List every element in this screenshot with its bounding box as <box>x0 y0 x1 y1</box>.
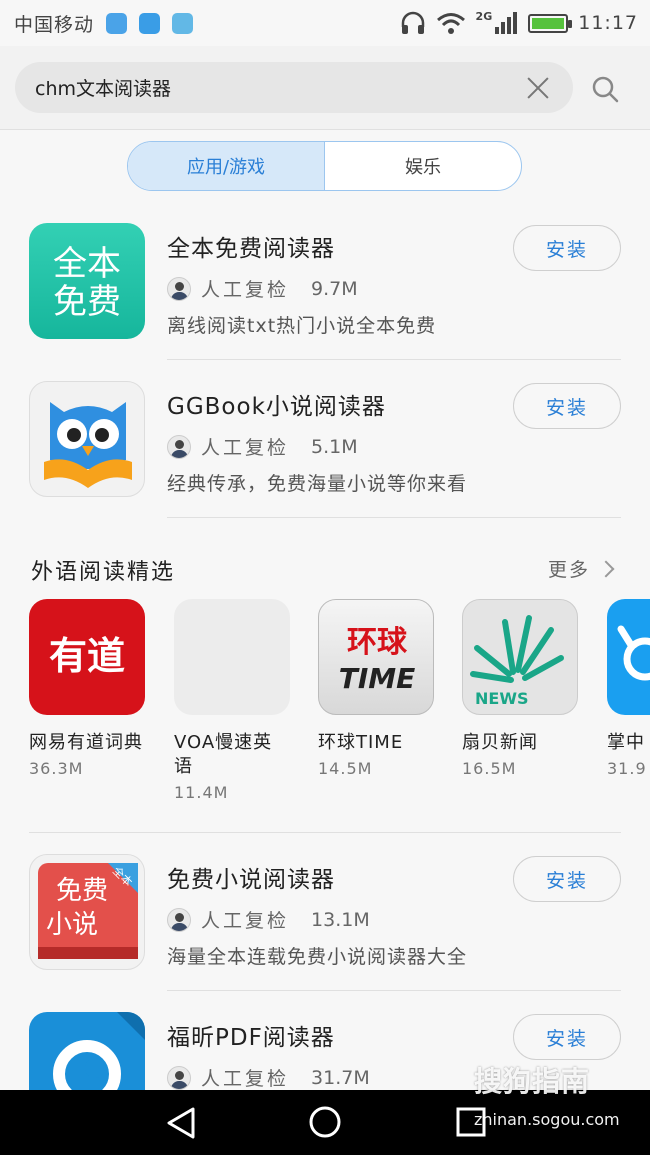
category-tabs: 应用/游戏 娱乐 <box>127 141 522 191</box>
reviewer-label: 人工复检 <box>201 910 290 932</box>
battery-icon <box>528 13 573 33</box>
network-type-label: 2G <box>475 9 493 23</box>
app-description: 离线阅读txt热门小说全本免费 <box>167 315 437 337</box>
tab-apps-games[interactable]: 应用/游戏 <box>128 142 325 190</box>
app-row[interactable]: 全本 免费 小说 免费小说阅读器 人工复检 13.1M 海量全本连载免费小说阅读… <box>0 854 650 1012</box>
home-icon[interactable] <box>308 1105 342 1139</box>
reviewer-label: 人工复检 <box>201 1068 290 1090</box>
app-size: 11.4M <box>174 783 229 802</box>
app-size: 31.9 <box>607 759 647 778</box>
tab-entertainment[interactable]: 娱乐 <box>325 142 521 190</box>
app-icon-text: 小说 <box>46 910 98 940</box>
status-bar: 中国移动 2G 11:17 <box>0 0 650 46</box>
search-input[interactable]: chm文本阅读器 <box>15 62 573 113</box>
reviewer-avatar <box>167 1065 191 1090</box>
android-notification-icon <box>172 12 194 34</box>
app-icon[interactable] <box>29 1012 145 1090</box>
app-description: 经典传承，免费海量小说等你来看 <box>167 473 468 495</box>
app-icon-text: NEWS <box>475 689 529 708</box>
install-button[interactable]: 安装 <box>513 1014 621 1060</box>
app-name[interactable]: 福昕PDF阅读器 <box>167 1018 335 1052</box>
app-icon-text: 有道 <box>49 634 125 678</box>
search-icon[interactable] <box>590 74 620 104</box>
app-icon[interactable]: 全本 免费 <box>29 223 145 339</box>
featured-app[interactable]: 环球 TIME 环球TIME 14.5M <box>318 599 434 778</box>
app-icon[interactable] <box>607 599 650 715</box>
app-name[interactable]: 全本免费阅读器 <box>167 229 335 263</box>
app-notification-icon <box>106 12 128 34</box>
app-description: 海量全本连载免费小说阅读器大全 <box>167 946 468 968</box>
install-button[interactable]: 安装 <box>513 856 621 902</box>
back-icon[interactable] <box>165 1106 197 1140</box>
app-meta: 人工复检 5.1M <box>167 433 358 460</box>
app-size: 5.1M <box>311 435 358 458</box>
clear-icon[interactable] <box>523 73 553 103</box>
divider <box>167 517 621 518</box>
app-name[interactable]: 环球TIME <box>318 731 448 755</box>
featured-app[interactable]: 有道 网易有道词典 36.3M <box>29 599 145 778</box>
app-name[interactable]: 掌中 <box>607 731 650 755</box>
app-size: 13.1M <box>311 908 370 931</box>
app-icon[interactable]: 环球 TIME <box>318 599 434 715</box>
divider <box>167 359 621 360</box>
install-button[interactable]: 安装 <box>513 225 621 271</box>
app-meta: 人工复检 9.7M <box>167 275 358 302</box>
divider <box>167 990 621 991</box>
watermark-url: zhinan.sogou.com <box>474 1110 620 1129</box>
app-icon-placeholder[interactable] <box>174 599 290 715</box>
app-icon[interactable]: 全本 免费 小说 <box>29 854 145 970</box>
install-button[interactable]: 安装 <box>513 383 621 429</box>
app-size: 9.7M <box>311 277 358 300</box>
wifi-icon <box>436 13 465 34</box>
search-query[interactable]: chm文本阅读器 <box>35 74 523 101</box>
featured-app[interactable]: 掌中 31.9 <box>607 599 650 778</box>
app-name[interactable]: 免费小说阅读器 <box>167 860 335 894</box>
headphones-icon <box>401 11 424 34</box>
divider <box>29 832 621 833</box>
reviewer-avatar <box>167 276 191 301</box>
app-size: 16.5M <box>462 759 517 778</box>
app-meta: 人工复检 31.7M <box>167 1064 370 1090</box>
carrier-label: 中国移动 <box>14 13 95 36</box>
search-bar: chm文本阅读器 <box>0 46 650 130</box>
reviewer-label: 人工复检 <box>201 279 290 301</box>
app-size: 36.3M <box>29 759 84 778</box>
app-icon-text: 全本 <box>53 244 121 284</box>
app-icon-text: 环球 <box>347 625 408 660</box>
app-icon-text: 免费 <box>56 876 108 906</box>
reviewer-label: 人工复检 <box>201 437 290 459</box>
more-link[interactable]: 更多 <box>548 555 615 582</box>
app-name[interactable]: 扇贝新闻 <box>462 731 592 755</box>
app-icon[interactable] <box>29 381 145 497</box>
reviewer-avatar <box>167 434 191 459</box>
signal-icon <box>495 12 518 34</box>
featured-app[interactable]: VOA慢速英语 11.4M <box>174 599 290 802</box>
app-row[interactable]: 全本 免费 全本免费阅读器 人工复检 9.7M 离线阅读txt热门小说全本免费 … <box>0 223 650 381</box>
featured-app[interactable]: NEWS 扇贝新闻 16.5M <box>462 599 578 778</box>
app-size: 31.7M <box>311 1066 370 1089</box>
more-label[interactable]: 更多 <box>548 555 590 582</box>
app-name[interactable]: 网易有道词典 <box>29 731 159 755</box>
app-row[interactable]: GGBook小说阅读器 人工复检 5.1M 经典传承，免费海量小说等你来看 安装 <box>0 381 650 539</box>
app-icon-text: TIME <box>339 662 416 695</box>
app-name[interactable]: VOA慢速英语 <box>174 731 284 779</box>
reviewer-avatar <box>167 907 191 932</box>
bag-notification-icon <box>139 12 161 34</box>
section-title: 外语阅读精选 <box>31 560 176 585</box>
watermark-logo: 搜狗指南 <box>474 1065 591 1098</box>
app-icon[interactable]: 有道 <box>29 599 145 715</box>
app-icon-text: 免费 <box>53 282 121 322</box>
clock: 11:17 <box>578 12 638 34</box>
app-icon[interactable]: NEWS <box>462 599 578 715</box>
chevron-right-icon[interactable] <box>597 560 615 577</box>
app-name[interactable]: GGBook小说阅读器 <box>167 387 386 421</box>
app-size: 14.5M <box>318 759 373 778</box>
app-meta: 人工复检 13.1M <box>167 906 370 933</box>
